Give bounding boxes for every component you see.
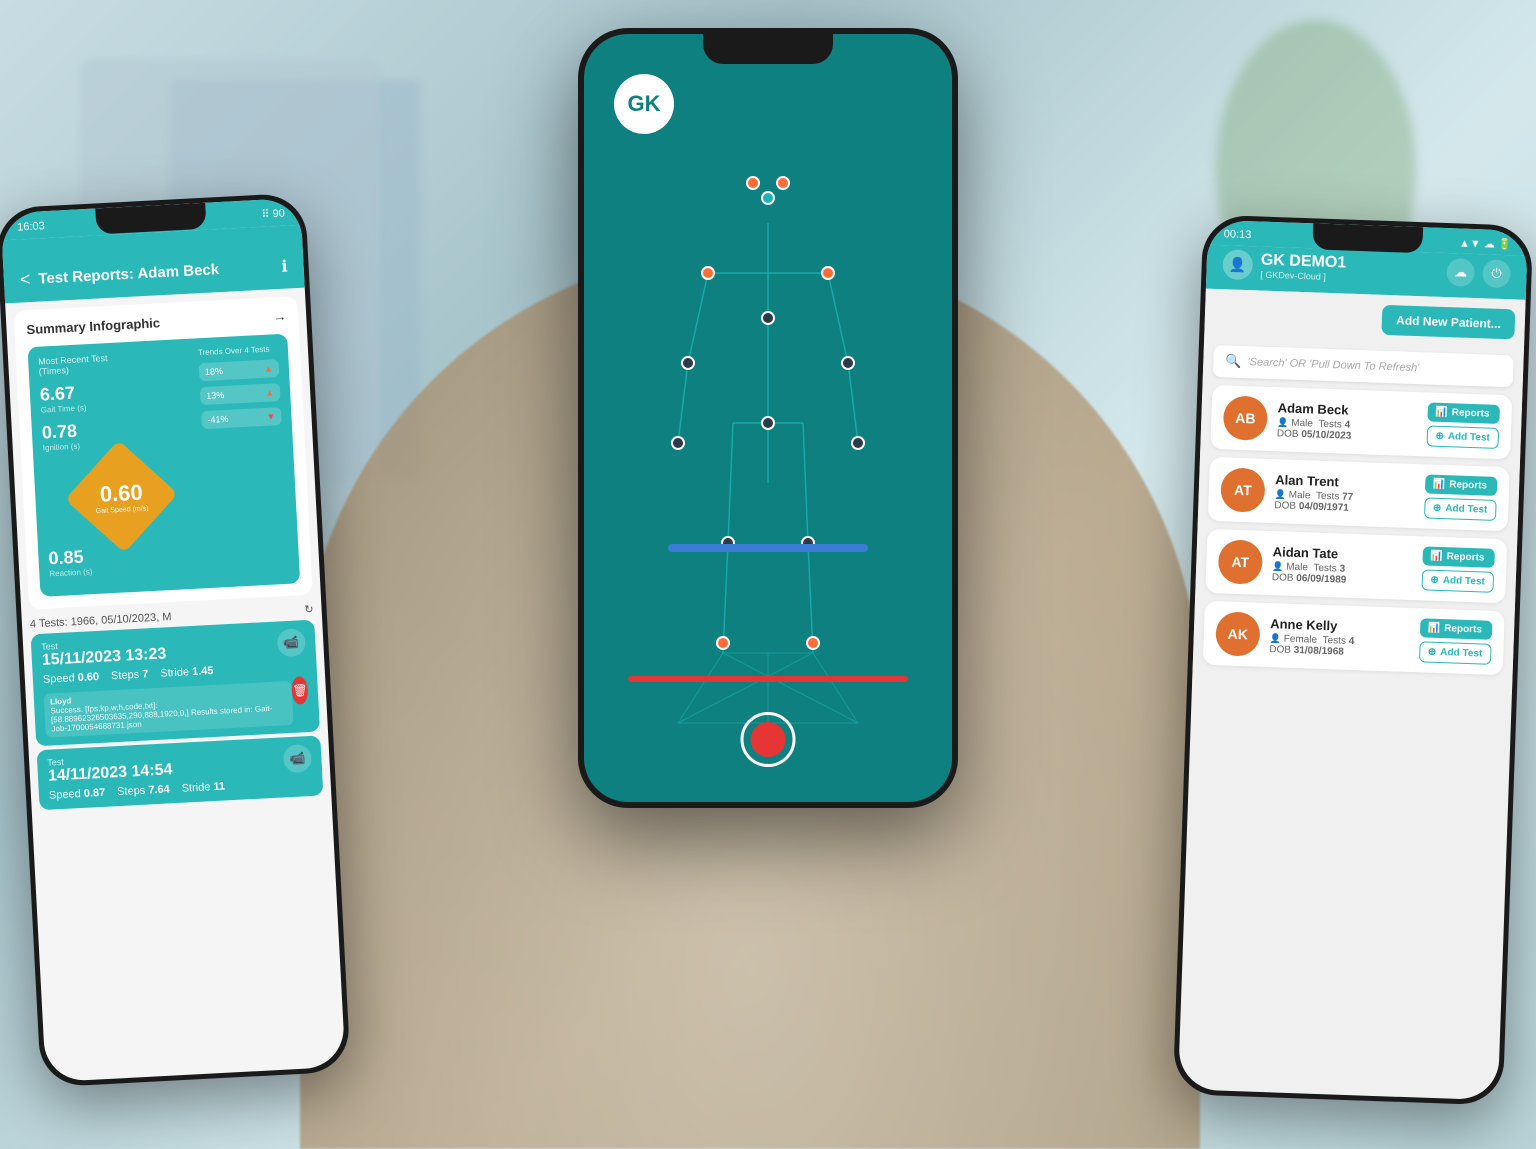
ar-dot-nose (761, 191, 775, 205)
addtest-button-1[interactable]: ⊕Add Test (1424, 497, 1497, 521)
metrics-column: Most Recent Test (Times) 6.67 Gait Time … (38, 349, 202, 587)
gait-speed-diamond: 0.60 Gait Speed (m/s) (65, 440, 178, 553)
ar-dot-wrist-left (671, 436, 685, 450)
test2-steps: Steps 7.64 (117, 783, 170, 798)
center-phone-screen: GK (584, 34, 952, 802)
export-icon[interactable]: → (273, 309, 287, 325)
ar-dot-head-left (746, 176, 760, 190)
left-phone-screen: 16:03 ⠿ 90 < Test Reports: Adam Beck ℹ S… (0, 198, 345, 1083)
record-button-inner (751, 722, 786, 757)
addtest-button-0[interactable]: ⊕Add Test (1426, 425, 1499, 449)
video-icon-1[interactable]: 📹 (277, 628, 306, 657)
patient-avatar-2: AT (1218, 539, 1264, 585)
ar-dot-shoulder-right (821, 266, 835, 280)
summary-infographic: Summary Infographic → Most Recent Test (… (14, 296, 313, 609)
right-connectivity: ▲▼ ☁ 🔋 (1459, 236, 1512, 251)
right-time: 00:13 (1224, 228, 1252, 242)
search-placeholder: 'Search' OR 'Pull Down To Refresh' (1247, 356, 1419, 374)
patient-card-0[interactable]: AB Adam Beck 👤 Male Tests 4 DOB 05/10/20… (1210, 385, 1512, 459)
search-icon: 🔍 (1225, 353, 1242, 370)
patient-avatar-1: AT (1220, 467, 1266, 513)
test-card-1: Test 15/11/2023 13:23 📹 Speed 0.60 Steps… (31, 620, 320, 747)
center-phone: GK (578, 28, 958, 808)
most-recent-label: Most Recent Test (Times) (38, 349, 191, 377)
ar-dot-hip-center (761, 416, 775, 430)
test1-stride: Stride 1.45 (160, 665, 214, 680)
patient-info-3: Anne Kelly 👤 Female Tests 4 DOB 31/08/19… (1269, 616, 1410, 660)
patient-card-1[interactable]: AT Alan Trent 👤 Male Tests 77 DOB 04/09/… (1208, 457, 1510, 531)
patient-info-2: Aidan Tate 👤 Male Tests 3 DOB 06/09/1989 (1272, 544, 1413, 588)
reports-button-2[interactable]: 📊Reports (1422, 546, 1495, 568)
patient-avatar-0: AB (1223, 395, 1269, 441)
search-bar[interactable]: 🔍 'Search' OR 'Pull Down To Refresh' (1213, 345, 1514, 387)
test1-steps: Steps 7 (111, 668, 149, 682)
floor-bar (628, 676, 908, 682)
trend2: 13% ▲ (200, 383, 281, 405)
ar-person-overlay (658, 143, 878, 743)
right-phone: 00:13 ▲▼ ☁ 🔋 👤 GK DEMO1 [ GKDev-Cloud ] … (1173, 215, 1534, 1106)
addtest-button-3[interactable]: ⊕Add Test (1419, 641, 1492, 665)
reports-button-1[interactable]: 📊Reports (1424, 474, 1497, 496)
refresh-icon[interactable]: ↻ (304, 603, 314, 616)
patient-info-0: Adam Beck 👤 Male Tests 4 DOB 05/10/2023 (1277, 400, 1418, 444)
reports-button-3[interactable]: 📊Reports (1419, 618, 1492, 640)
logo-text: GK (628, 91, 661, 117)
ar-dot-elbow-right (841, 356, 855, 370)
left-phone: 16:03 ⠿ 90 < Test Reports: Adam Beck ℹ S… (0, 192, 351, 1087)
ar-dot-elbow-left (681, 356, 695, 370)
trends-column: Trends Over 4 Tests 18% ▲ 13% ▲ -41% ▼ (198, 344, 290, 578)
left-time: 16:03 (17, 220, 45, 233)
skeleton-svg (658, 143, 878, 743)
patient-list: AB Adam Beck 👤 Male Tests 4 DOB 05/10/20… (1203, 385, 1513, 675)
test1-log: Lloyd Success. [fps,kp,w,h,code,txt]: [5… (44, 681, 294, 738)
infographic-chart: Most Recent Test (Times) 6.67 Gait Time … (27, 334, 300, 597)
record-button[interactable] (741, 712, 796, 767)
right-phone-notch (1312, 223, 1423, 253)
ar-dot-wrist-right (851, 436, 865, 450)
patient-card-2[interactable]: AT Aidan Tate 👤 Male Tests 3 DOB 06/09/1… (1205, 529, 1507, 603)
gait-time-metric: 6.67 Gait Time (s) (39, 377, 192, 415)
ar-dot-ankle-left (716, 636, 730, 650)
patient-card-3[interactable]: AK Anne Kelly 👤 Female Tests 4 DOB 31/08… (1203, 601, 1505, 675)
trend3: -41% ▼ (201, 407, 282, 429)
right-phone-screen: 00:13 ▲▼ ☁ 🔋 👤 GK DEMO1 [ GKDev-Cloud ] … (1178, 220, 1528, 1101)
summary-title: Summary Infographic → (26, 309, 286, 338)
user-icon: 👤 (1222, 249, 1253, 280)
center-phone-notch (703, 34, 833, 64)
ar-dot-ankle-right (806, 636, 820, 650)
add-patient-button[interactable]: Add New Patient... (1382, 305, 1516, 340)
test2-stride: Stride 11 (181, 780, 225, 794)
test2-speed: Speed 0.87 (49, 787, 106, 802)
gk-logo: GK (614, 74, 674, 134)
ar-dot-shoulder-left (701, 266, 715, 280)
right-content: Add New Patient... 🔍 'Search' OR 'Pull D… (1192, 289, 1526, 694)
delete-button-1[interactable]: 🗑 (291, 676, 308, 705)
back-icon[interactable]: < (19, 269, 31, 291)
baseline-bar (668, 544, 868, 552)
video-icon-2[interactable]: 📹 (283, 744, 312, 773)
patient-info-1: Alan Trent 👤 Male Tests 77 DOB 04/09/197… (1274, 472, 1415, 516)
info-icon[interactable]: ℹ (281, 256, 288, 276)
ar-dot-chest (761, 311, 775, 325)
trend1: 18% ▲ (199, 359, 280, 381)
left-header-title: Test Reports: Adam Beck (38, 258, 274, 287)
test-card-2: Test 14/11/2023 14:54 📹 Speed 0.87 Steps… (37, 735, 324, 810)
addtest-button-2[interactable]: ⊕Add Test (1421, 569, 1494, 593)
reports-button-0[interactable]: 📊Reports (1427, 402, 1500, 424)
power-button[interactable]: ⏻ (1482, 259, 1511, 288)
diamond-container: 0.60 Gait Speed (m/s) (43, 453, 199, 541)
cloud-button[interactable]: ☁ (1446, 258, 1475, 287)
ar-dot-head-right (776, 176, 790, 190)
test1-speed: Speed 0.60 (43, 671, 100, 686)
left-battery: ⠿ 90 (261, 207, 285, 221)
patient-avatar-3: AK (1215, 611, 1261, 657)
ar-body-tracking (584, 34, 952, 802)
